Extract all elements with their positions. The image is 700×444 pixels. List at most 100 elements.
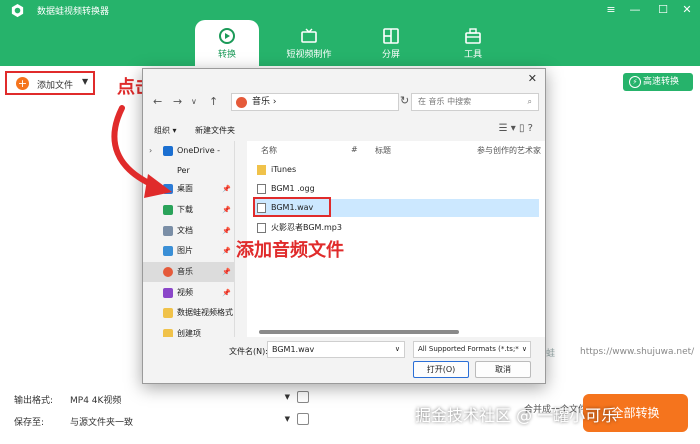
chevron-down-icon[interactable]: ∨ <box>395 342 400 357</box>
output-format-select[interactable]: MP4 4K视频 ▼ <box>70 393 290 406</box>
title-bar: 数据蛙视频转换器 ≡ — ☐ ✕ <box>0 0 700 20</box>
tree-item-folder[interactable]: 创建项 <box>143 324 234 337</box>
folder-icon <box>163 329 173 337</box>
open-folder-icon[interactable] <box>297 413 309 425</box>
pin-icon: 📌 <box>222 247 231 255</box>
tab-tools[interactable]: 工具 <box>441 20 505 66</box>
tree-label: 数据蛙视频格式 <box>177 308 233 317</box>
url-watermark: https://www.shujuwa.net/ <box>580 347 695 357</box>
new-folder-button[interactable]: 新建文件夹 <box>195 125 235 136</box>
add-file-button[interactable]: + 添加文件 ▼ <box>5 71 95 95</box>
chevron-down-icon[interactable]: ▼ <box>82 77 88 86</box>
file-type-value: All Supported Formats (*.ts;* <box>418 345 519 353</box>
juejin-watermark: 掘金技术社区 @ 一罐小可乐 <box>415 406 618 425</box>
tree-item-videos[interactable]: 视频 📌 <box>143 283 234 303</box>
video-icon <box>163 288 173 298</box>
tab-tools-label: 工具 <box>463 50 482 60</box>
list-item[interactable]: BGM1 .ogg <box>253 180 539 198</box>
split-screen-icon <box>383 28 399 44</box>
tree-item-pictures[interactable]: 图片 📌 <box>143 241 234 261</box>
tree-label: 创建项 <box>177 329 201 337</box>
folder-icon <box>257 165 266 175</box>
file-name: iTunes <box>271 165 297 174</box>
pin-icon: 📌 <box>222 268 231 276</box>
fast-convert-button[interactable]: ⚡ 高速转换 <box>623 73 693 91</box>
save-to-select[interactable]: 与源文件夹一致 ▼ <box>70 415 290 428</box>
list-item[interactable]: iTunes <box>253 161 539 179</box>
cancel-button[interactable]: 取消 <box>475 361 531 378</box>
pin-icon: 📌 <box>222 289 231 297</box>
view-options-icon[interactable]: ☰ ▾ ▯ ? <box>499 123 533 134</box>
scrollbar-thumb[interactable] <box>259 330 459 334</box>
tab-convert[interactable]: 转换 <box>195 20 259 66</box>
open-button[interactable]: 打开(O) <box>413 361 469 378</box>
toolbox-icon <box>465 28 481 44</box>
picture-icon <box>163 246 173 256</box>
chevron-down-icon[interactable]: ∨ <box>191 97 197 106</box>
dialog-nav-bar: ← → ∨ ↑ 音乐 › ↻ 在 音乐 中搜索 ⌕ <box>143 89 545 115</box>
tree-label: 音乐 <box>177 267 193 276</box>
music-icon <box>163 267 173 277</box>
filename-label: 文件名(N): <box>229 347 268 356</box>
search-input[interactable]: 在 音乐 中搜索 ⌕ <box>411 93 539 111</box>
chevron-down-icon: ▼ <box>284 415 290 423</box>
lightning-icon: ⚡ <box>629 76 641 88</box>
app-title: 数据蛙视频转换器 <box>37 7 110 17</box>
address-bar[interactable]: 音乐 › <box>231 93 399 111</box>
fast-convert-label: 高速转换 <box>643 77 680 87</box>
file-name: 火影忍者BGM.mp3 <box>271 223 342 232</box>
minimize-button[interactable]: — <box>627 2 643 18</box>
up-icon[interactable]: ↑ <box>209 95 218 108</box>
convert-icon <box>219 28 235 44</box>
tree-label: 下载 <box>177 205 193 214</box>
output-format-label: 输出格式: <box>14 396 54 406</box>
pin-icon: 📌 <box>222 185 231 193</box>
column-header-number[interactable]: # <box>351 145 358 154</box>
save-to-value: 与源文件夹一致 <box>70 418 134 428</box>
tree-label: 视频 <box>177 288 193 297</box>
audio-file-icon <box>257 184 266 194</box>
output-format-value: MP4 4K视频 <box>70 396 122 406</box>
search-icon: ⌕ <box>527 97 532 106</box>
file-type-select[interactable]: All Supported Formats (*.ts;* ∨ <box>413 341 531 358</box>
tree-item-documents[interactable]: 文档 📌 <box>143 221 234 241</box>
app-logo-icon <box>11 3 24 18</box>
tab-short-video-label: 短视频制作 <box>286 50 332 60</box>
pin-icon: 📌 <box>222 206 231 214</box>
save-to-label: 保存至: <box>14 418 45 428</box>
tree-label: 图片 <box>177 246 193 255</box>
refresh-icon[interactable]: ↻ <box>400 94 409 107</box>
format-settings-icon[interactable] <box>297 391 309 403</box>
filename-input[interactable]: BGM1.wav ∨ <box>267 341 405 358</box>
tab-split-screen[interactable]: 分屏 <box>359 20 423 66</box>
chevron-down-icon: ▼ <box>284 393 290 401</box>
annotation-arrow-icon <box>111 105 172 198</box>
tree-label: OneDrive - Per <box>177 146 221 175</box>
add-file-label: 添加文件 <box>37 81 74 91</box>
column-header-artist[interactable]: 参与创作的艺术家 <box>477 145 541 156</box>
maximize-button[interactable]: ☐ <box>655 2 671 18</box>
annotation-add-audio: 添加音频文件 <box>236 240 344 261</box>
chevron-down-icon: ∨ <box>521 342 527 357</box>
pin-icon: 📌 <box>222 227 231 235</box>
tree-item-folder[interactable]: 数据蛙视频格式 <box>143 303 234 323</box>
menu-icon[interactable]: ≡ <box>603 2 619 18</box>
dialog-close-button[interactable]: ✕ <box>528 72 537 85</box>
tv-icon <box>301 28 317 43</box>
tab-convert-label: 转换 <box>217 50 236 60</box>
open-file-dialog: ✕ ← → ∨ ↑ 音乐 › ↻ 在 音乐 中搜索 ⌕ 组织 ▾ 新建文件夹 ☰… <box>142 68 546 384</box>
document-icon <box>163 226 173 236</box>
tree-label: 文档 <box>177 226 193 235</box>
close-button[interactable]: ✕ <box>679 2 695 18</box>
breadcrumb-music[interactable]: 音乐 <box>252 97 270 107</box>
column-header-name[interactable]: 名称 <box>261 145 277 156</box>
tree-item-downloads[interactable]: 下载 📌 <box>143 200 234 220</box>
tab-short-video[interactable]: 短视频制作 <box>277 20 341 66</box>
list-item[interactable]: 火影忍者BGM.mp3 <box>253 219 539 237</box>
horizontal-scrollbar[interactable] <box>255 329 543 335</box>
column-header-title[interactable]: 标题 <box>375 145 391 156</box>
folder-icon <box>163 308 173 318</box>
tree-item-music[interactable]: 音乐 📌 <box>143 262 234 282</box>
highlight-box <box>253 197 331 217</box>
plus-icon: + <box>16 77 29 90</box>
